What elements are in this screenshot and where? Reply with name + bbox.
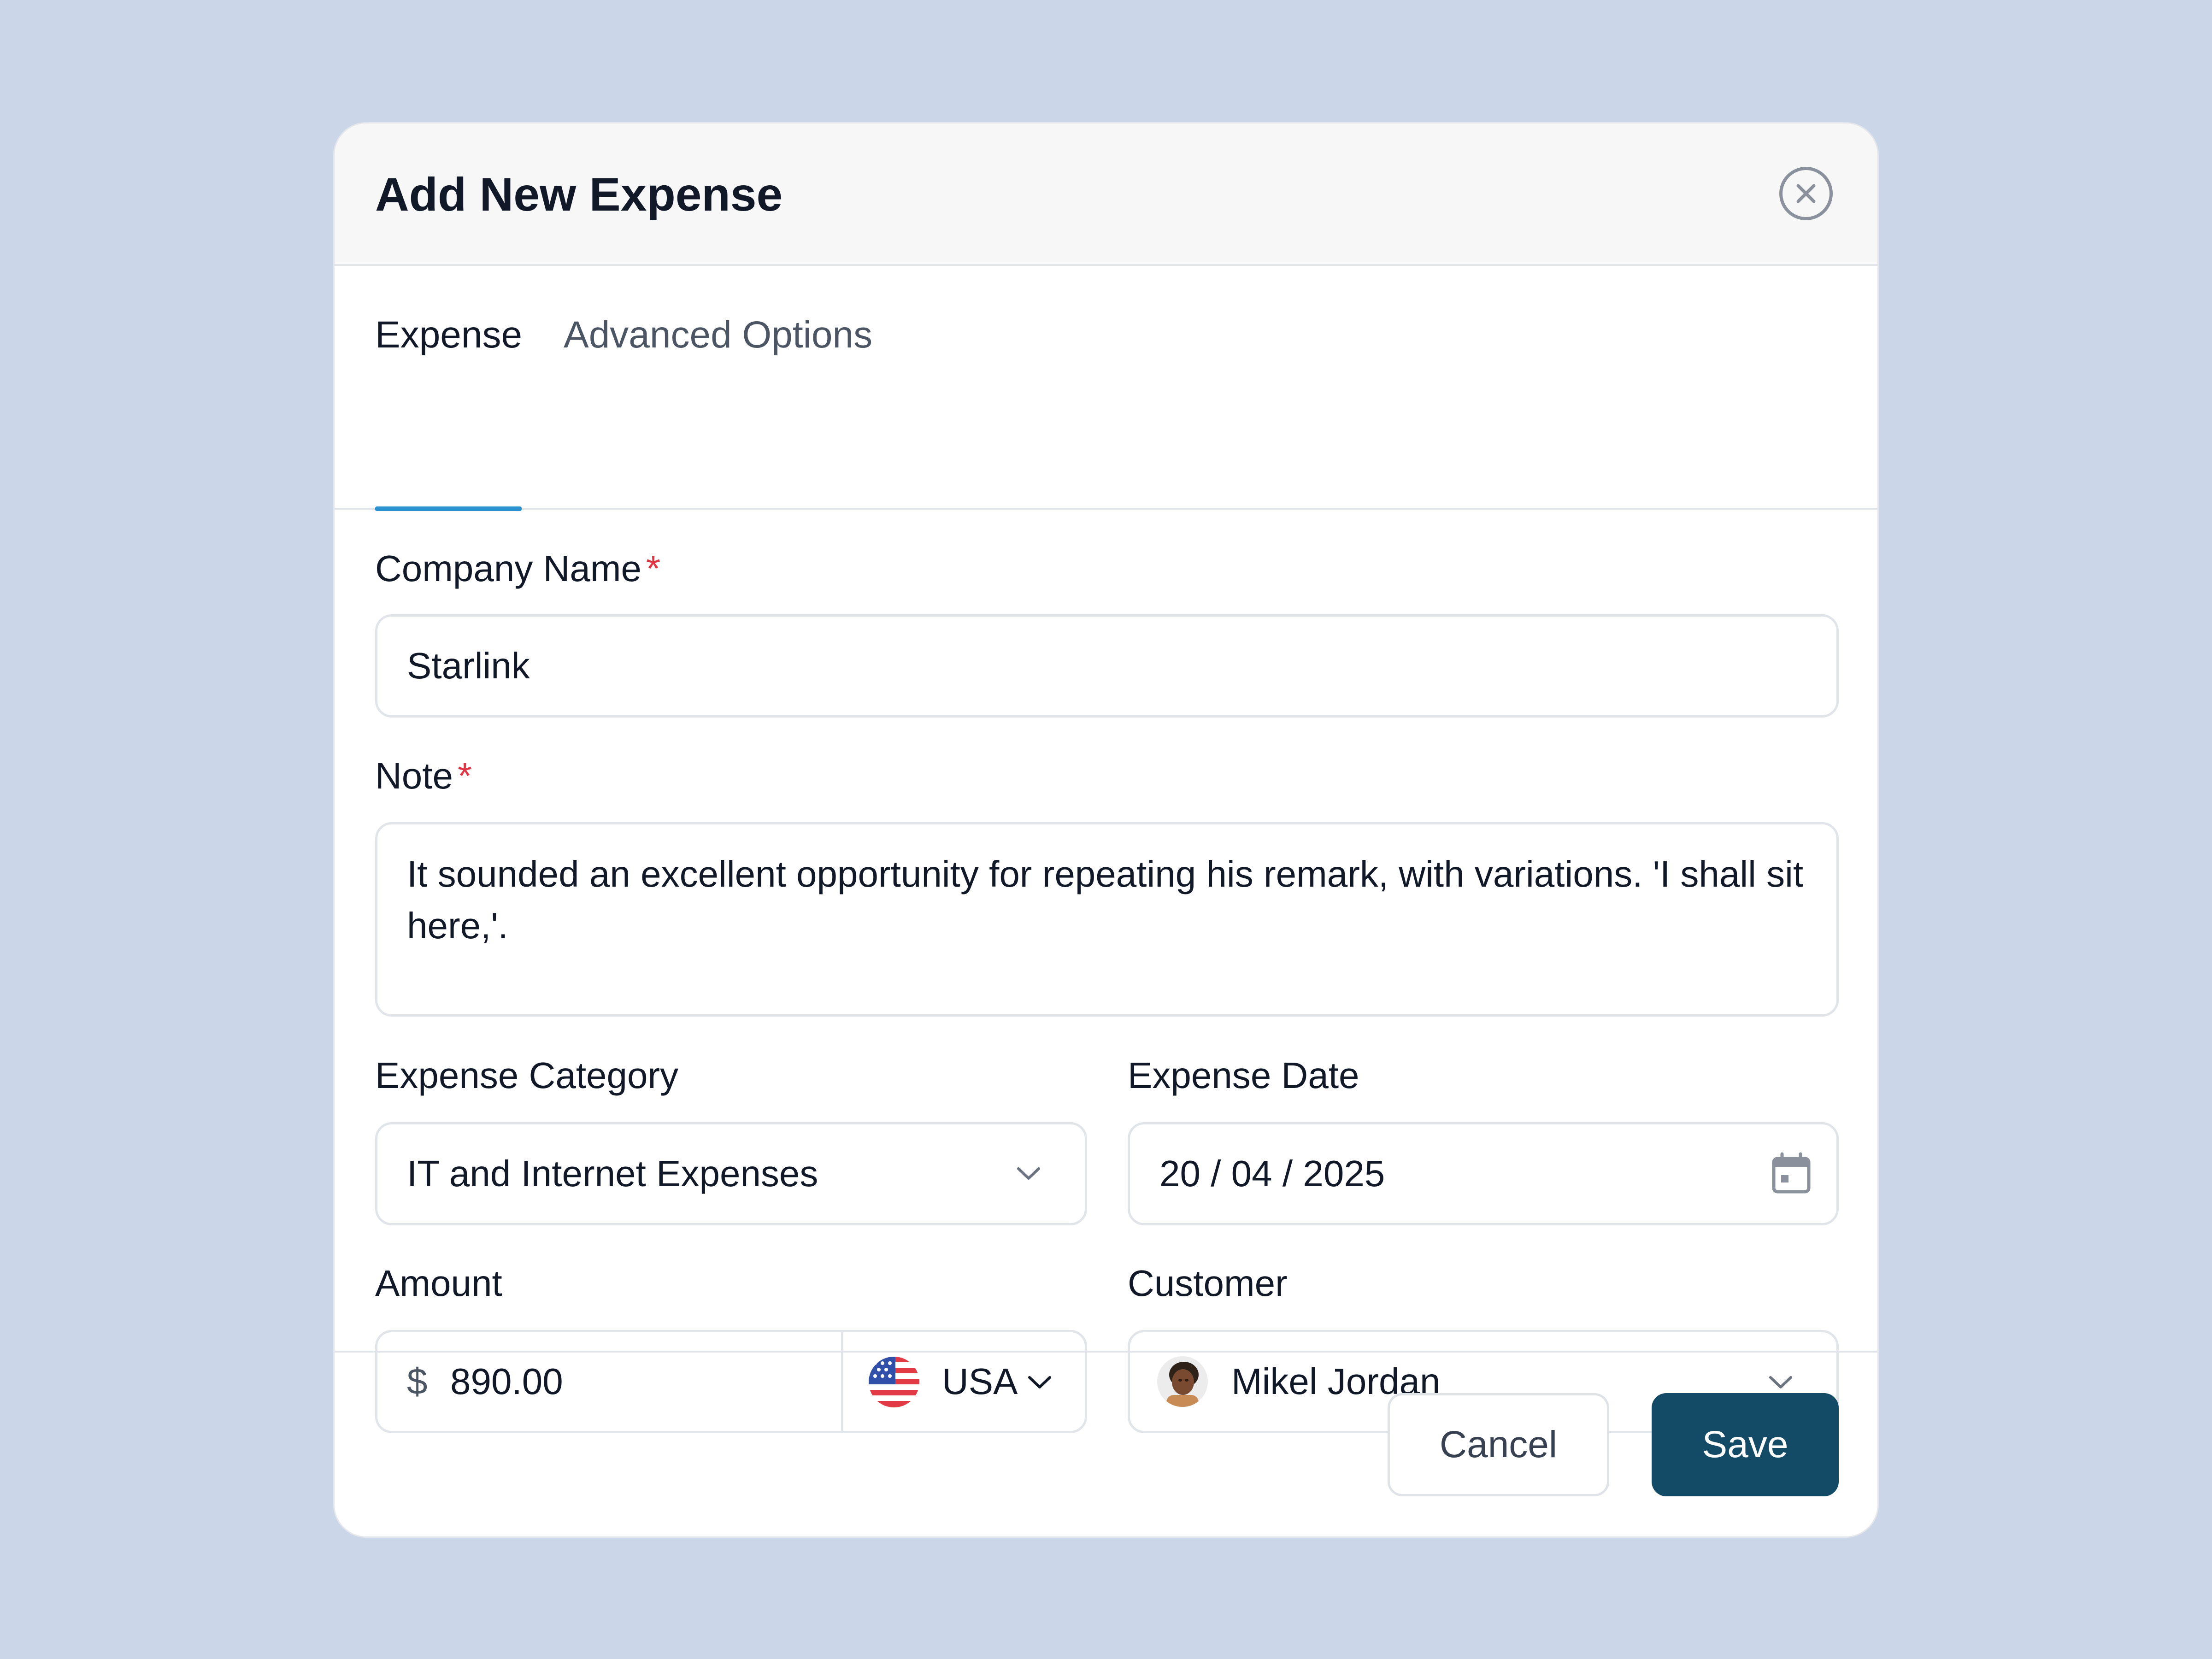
calendar-icon[interactable] <box>1771 1152 1812 1194</box>
modal-header: Add New Expense <box>335 124 1877 266</box>
expense-date-label: Expense Date <box>1128 1055 1359 1096</box>
tab-bar: Expense Advanced Options <box>335 266 1877 511</box>
active-tab-indicator <box>375 506 522 511</box>
close-icon <box>1796 184 1816 203</box>
expense-category-value: IT and Internet Expenses <box>407 1153 818 1194</box>
customer-label: Customer <box>1128 1263 1288 1304</box>
add-expense-modal: Add New Expense Expense Advanced Options… <box>333 122 1879 1538</box>
tab-expense[interactable]: Expense <box>375 266 522 510</box>
close-button[interactable] <box>1779 167 1833 220</box>
expense-category-select[interactable]: IT and Internet Expenses <box>375 1122 1087 1225</box>
cancel-button[interactable]: Cancel <box>1388 1393 1609 1496</box>
amount-label: Amount <box>375 1263 502 1304</box>
tab-advanced-options[interactable]: Advanced Options <box>564 266 872 510</box>
company-name-input[interactable]: Starlink <box>375 614 1839 718</box>
modal-title: Add New Expense <box>375 168 783 221</box>
modal-footer: Cancel Save <box>335 1351 1877 1536</box>
expense-category-label: Expense Category <box>375 1055 679 1096</box>
note-textarea[interactable]: It sounded an excellent opportunity for … <box>375 822 1839 1017</box>
expense-date-input[interactable]: 20 / 04 / 2025 <box>1128 1122 1839 1225</box>
company-name-value: Starlink <box>407 645 530 686</box>
chevron-down-icon <box>1017 1167 1040 1180</box>
save-button[interactable]: Save <box>1652 1393 1839 1496</box>
required-mark: * <box>646 548 661 589</box>
company-name-label: Company Name * <box>375 548 661 589</box>
expense-date-value: 20 / 04 / 2025 <box>1159 1153 1385 1194</box>
required-mark: * <box>457 755 472 796</box>
note-value: It sounded an excellent opportunity for … <box>407 853 1804 946</box>
note-label: Note * <box>375 755 472 796</box>
